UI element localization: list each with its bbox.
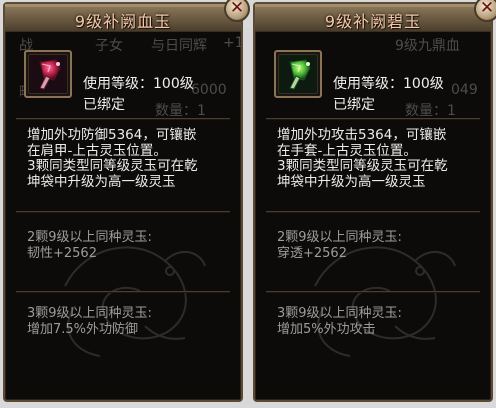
item-tooltip-right: 9级补阙碧玉 ✕ 9级九鼎血 049 数量：1 使用等级：100级 已绑定 增加… bbox=[253, 0, 496, 402]
description-line: 增加外功攻击5364，可镶嵌 bbox=[277, 127, 447, 143]
divider bbox=[16, 211, 230, 213]
description-line: 在手套-上古灵玉位置。 bbox=[277, 142, 417, 159]
background-text: 049 bbox=[451, 82, 478, 98]
item-title: 9级补阙碧玉 bbox=[324, 12, 422, 31]
set-bonus-3-value: 增加7.5%外功防御 bbox=[27, 322, 139, 337]
item-title: 9级补阙血玉 bbox=[74, 12, 172, 31]
background-text: 数量：1 bbox=[405, 103, 456, 119]
divider bbox=[16, 291, 230, 293]
item-description: 增加外功防御5364，可镶嵌 在肩甲-上古灵玉位置。 3颗同类型同等级灵玉可在乾… bbox=[27, 127, 227, 190]
divider bbox=[266, 291, 480, 293]
item-icon-frame bbox=[274, 50, 322, 98]
required-level: 使用等级：100级 bbox=[83, 76, 194, 92]
item-description: 增加外功攻击5364，可镶嵌 在手套-上古灵玉位置。 3颗同类型同等级灵玉可在乾… bbox=[277, 127, 477, 190]
background-text: 子女 bbox=[95, 38, 123, 54]
gem-sword-icon bbox=[28, 54, 68, 94]
bound-status: 已绑定 bbox=[83, 97, 125, 113]
close-button[interactable]: ✕ bbox=[224, 0, 250, 22]
gem-sword-icon bbox=[278, 54, 318, 94]
item-tooltip-left: 9级补阙血玉 ✕ 战 子女 与日同辉 +1 略 6000 数量：1 使用等级：1… bbox=[3, 0, 250, 402]
background-text: 与日同辉 bbox=[151, 38, 207, 54]
description-line: 坤袋中升级为高一级灵玉 bbox=[27, 173, 176, 190]
title-bar: 9级补阙血玉 bbox=[5, 4, 241, 32]
description-line: 3颗同类型同等级灵玉可在乾 bbox=[277, 158, 448, 174]
description-line: 3颗同类型同等级灵玉可在乾 bbox=[27, 158, 198, 174]
bound-status: 已绑定 bbox=[333, 97, 375, 113]
background-text: +1 bbox=[223, 35, 244, 51]
divider bbox=[266, 118, 480, 120]
required-level: 使用等级：100级 bbox=[333, 76, 444, 92]
set-bonus-3-value: 增加5%外功攻击 bbox=[277, 322, 376, 337]
divider bbox=[266, 211, 480, 213]
background-text: 6000 bbox=[191, 82, 227, 98]
description-line: 增加外功防御5364，可镶嵌 bbox=[27, 127, 197, 143]
title-bar: 9级补阙碧玉 bbox=[255, 4, 491, 32]
background-text: 数量：1 bbox=[155, 103, 206, 119]
set-bonus-2-value: 韧性+2562 bbox=[27, 246, 97, 261]
set-bonus-2-value: 穿透+2562 bbox=[277, 246, 347, 261]
description-line: 坤袋中升级为高一级灵玉 bbox=[277, 173, 426, 190]
description-line: 在肩甲-上古灵玉位置。 bbox=[27, 142, 167, 159]
background-text: 9级九鼎血 bbox=[395, 38, 460, 54]
item-icon-frame bbox=[24, 50, 72, 98]
divider bbox=[16, 118, 230, 120]
